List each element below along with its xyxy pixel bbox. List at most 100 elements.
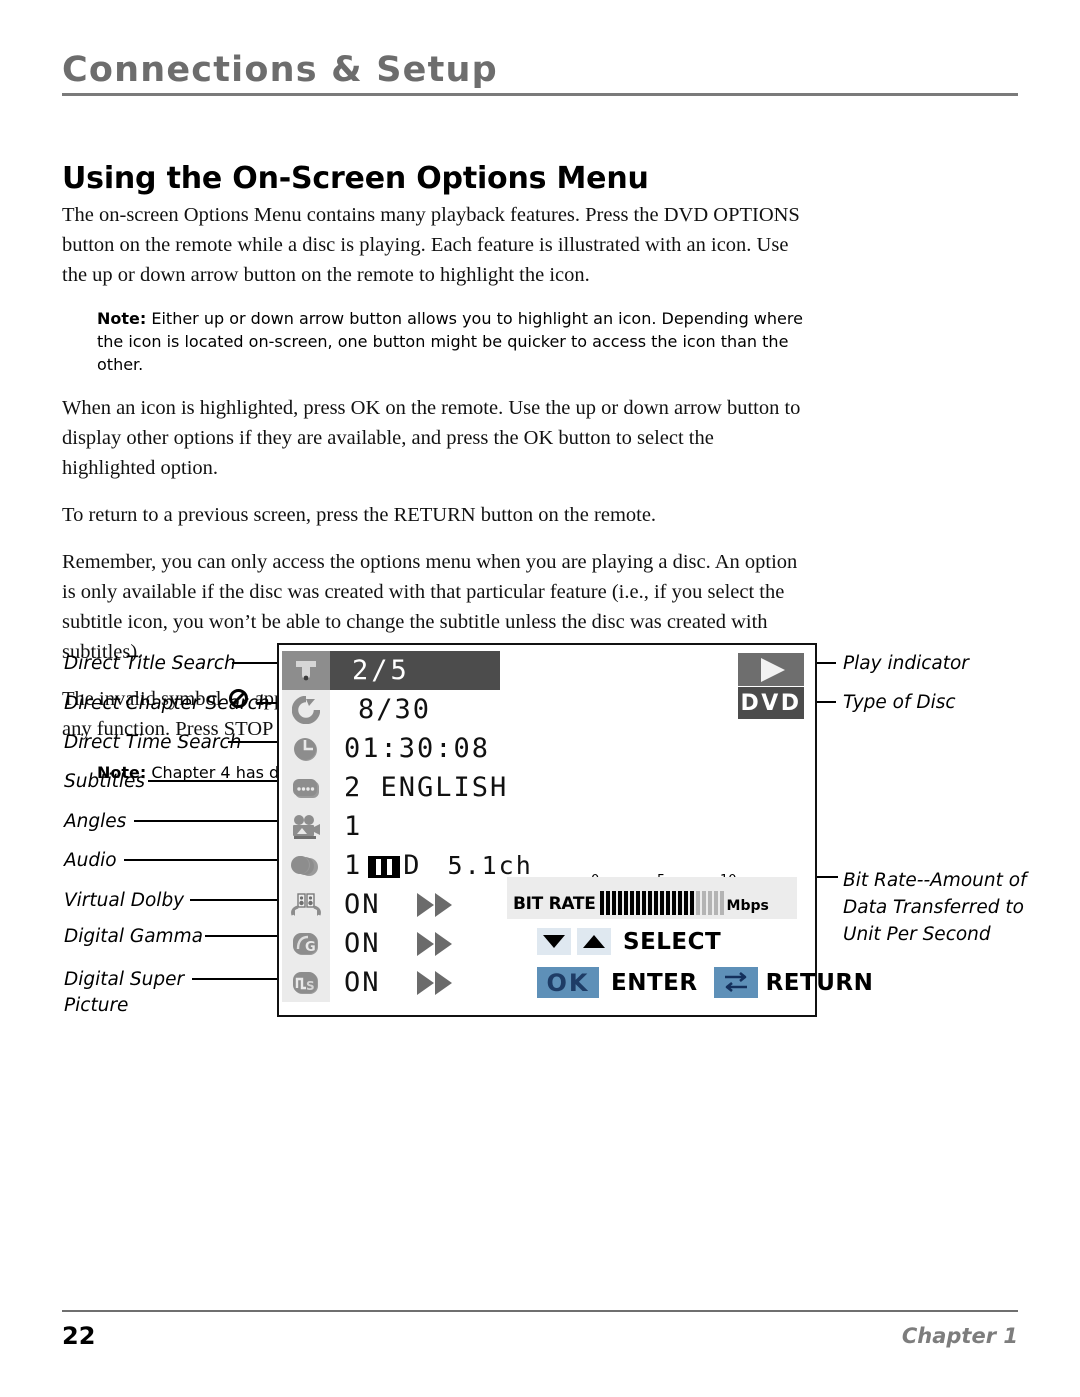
paragraph-invalid-symbol: The invalid symbol appears on the screen… (62, 684, 807, 744)
callout-digital-super-picture-line2: Picture (64, 995, 129, 1016)
note-label: Note: (97, 309, 147, 328)
osd-audio-channels: 5.1ch (447, 851, 533, 880)
bitrate-bar-on (653, 891, 658, 915)
leader-line-angles (134, 820, 278, 822)
osd-digital-gamma-arrows[interactable] (416, 931, 452, 956)
note2-label: Note: (97, 763, 147, 782)
digital-super-picture-icon[interactable]: S (282, 963, 330, 1002)
arrow-up-key[interactable] (577, 928, 611, 955)
document-page: Connections & Setup Using the On-Screen … (0, 0, 1080, 1397)
page-number: 22 (62, 1322, 96, 1350)
osd-virtual-dolby-arrows[interactable] (416, 892, 452, 917)
bitrate-label: BIT RATE (513, 894, 596, 914)
osd-row-digital-super-picture[interactable]: S ON (282, 963, 452, 1002)
leader-line-digital-gamma (205, 935, 278, 937)
bitrate-bar-on (611, 891, 616, 915)
return-label: RETURN (765, 969, 874, 996)
digital-gamma-icon[interactable]: G (282, 924, 330, 963)
invalid-icon (228, 687, 248, 708)
osd-row-digital-gamma[interactable]: G ON (282, 924, 452, 963)
callout-bit-rate-line2: Data Transferred to (843, 897, 1024, 918)
note-text: Either up or down arrow button allows yo… (97, 309, 803, 374)
bitrate-bars (599, 891, 724, 915)
ok-key[interactable]: OK (537, 967, 599, 998)
note-chapter4: Note: Chapter 4 has details about playin… (62, 761, 807, 784)
osd-enter-hint: OK ENTER RETURN (537, 967, 889, 998)
chevron-right-icon (434, 931, 452, 956)
bitrate-bar-on (617, 891, 622, 915)
virtual-dolby-icon[interactable] (282, 885, 330, 924)
callout-audio: Audio (64, 850, 117, 871)
bitrate-bar-on (683, 891, 688, 915)
callout-angles: Angles (64, 811, 127, 832)
enter-label: ENTER (611, 969, 698, 996)
running-head-title: Connections & Setup (62, 50, 498, 90)
callout-type-of-disc: Type of Disc (843, 692, 956, 713)
bitrate-unit: Mbps (726, 898, 769, 914)
bitrate-tick-10: 10 (720, 873, 737, 888)
osd-angle-value: 1 (344, 811, 363, 842)
paragraph-remember: Remember, you can only access the option… (62, 551, 798, 663)
dolby-digital-logo (368, 855, 401, 878)
osd-audio-track-number: 1 (344, 850, 363, 881)
osd-audio-value: 1 D 5.1ch (330, 850, 533, 881)
osd-row-angles[interactable]: 1 (282, 807, 362, 846)
note-highlight-icon: Note: Either up or down arrow button all… (62, 307, 807, 376)
paragraph-intro: The on-screen Options Menu contains many… (62, 204, 800, 286)
bitrate-bar-off (713, 891, 718, 915)
footer-rule (62, 1310, 1018, 1312)
return-key[interactable] (713, 967, 758, 998)
callout-virtual-dolby: Virtual Dolby (64, 890, 185, 911)
chevron-up-icon (583, 935, 605, 948)
bitrate-bar-on (689, 891, 694, 915)
leader-line-audio (124, 859, 278, 861)
chevron-right-icon (434, 892, 452, 917)
chevron-right-icon (416, 931, 434, 956)
callout-digital-gamma: Digital Gamma (64, 926, 203, 947)
running-head: Connections & Setup (62, 52, 1018, 96)
bitrate-bar-on (635, 891, 640, 915)
audio-discs-icon[interactable] (282, 846, 330, 885)
camera-icon[interactable] (282, 807, 330, 846)
paragraph-press-ok: When an icon is highlighted, press OK on… (62, 397, 801, 479)
osd-digital-gamma-value: ON (344, 928, 381, 959)
leader-line-bit-rate (812, 876, 838, 878)
osd-row-virtual-dolby[interactable]: ON (282, 885, 452, 924)
bitrate-bar-on (659, 891, 664, 915)
osd-select-hint: SELECT (537, 928, 737, 955)
body-column: The on-screen Options Menu contains many… (62, 200, 807, 801)
return-arrow-icon (724, 971, 747, 992)
bitrate-tick-0: 0 (591, 873, 600, 888)
callout-bit-rate-line3: Unit Per Second (843, 924, 991, 945)
chevron-right-icon (416, 892, 434, 917)
chevron-down-icon (543, 935, 565, 948)
bitrate-tick-5: 5 (657, 873, 666, 888)
page-title: Using the On-Screen Options Menu (62, 161, 649, 197)
invalid-text-before: The invalid symbol (62, 688, 227, 710)
select-label: SELECT (623, 928, 722, 955)
bitrate-bar-on (647, 891, 652, 915)
osd-digital-super-picture-arrows[interactable] (416, 970, 452, 995)
paragraph-return: To return to a previous screen, press th… (62, 504, 657, 526)
bitrate-bar-off (701, 891, 706, 915)
leader-line-virtual-dolby (190, 899, 278, 901)
running-head-rule (62, 92, 1018, 96)
callout-play-indicator: Play indicator (843, 653, 969, 674)
bitrate-bar-off (707, 891, 712, 915)
osd-row-audio[interactable]: 1 D 5.1ch (282, 846, 533, 885)
bitrate-bar-on (677, 891, 682, 915)
bitrate-meter: BIT RATE Mbps (507, 877, 797, 919)
chevron-right-icon (416, 970, 434, 995)
bitrate-bar-off (695, 891, 700, 915)
bitrate-bar-on (629, 891, 634, 915)
svg-text:G: G (305, 940, 316, 955)
leader-line-digital-super (192, 978, 278, 980)
bitrate-tick-labels: 0 5 10 (507, 873, 797, 889)
bitrate-bar-on (605, 891, 610, 915)
svg-text:S: S (306, 979, 315, 993)
arrow-down-key[interactable] (537, 928, 571, 955)
bitrate-bar-on (623, 891, 628, 915)
chevron-right-icon (434, 970, 452, 995)
callout-bit-rate-line1: Bit Rate--Amount of (843, 870, 1027, 891)
bitrate-bar-on (665, 891, 670, 915)
